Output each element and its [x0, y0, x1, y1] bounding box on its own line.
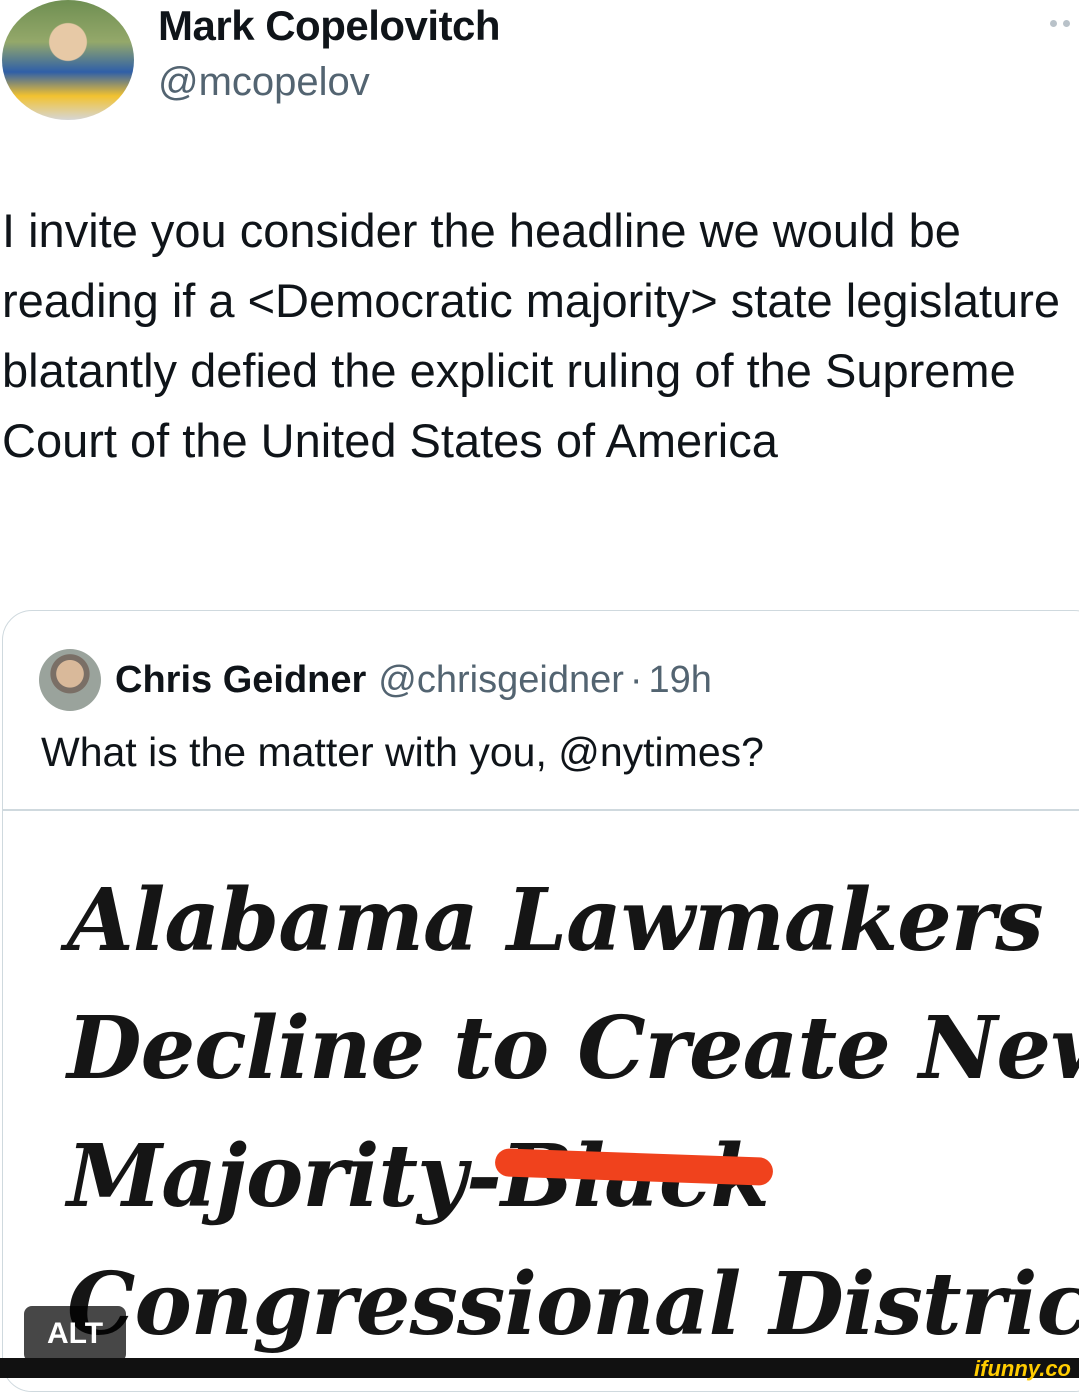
- author-name[interactable]: Mark Copelovitch: [158, 2, 501, 50]
- redacted-word: Black: [501, 1113, 770, 1241]
- quote-author-name[interactable]: Chris Geidner: [115, 659, 366, 702]
- quote-image[interactable]: Alabama Lawmakers Decline to Create New …: [3, 811, 1079, 1391]
- headline-line-3: Majority-Black: [67, 1113, 1047, 1241]
- headline-line-1: Alabama Lawmakers: [67, 870, 1044, 971]
- author-handle[interactable]: @mcopelov: [158, 60, 370, 105]
- headline-text: Alabama Lawmakers Decline to Create New …: [67, 857, 1079, 1369]
- quote-header: Chris Geidner @chrisgeidner · 19h: [39, 649, 712, 711]
- quote-text: What is the matter with you, @nytimes?: [41, 729, 764, 775]
- quote-timestamp[interactable]: 19h: [649, 659, 712, 702]
- separator-dot: ·: [629, 658, 643, 701]
- quote-author-avatar[interactable]: [39, 649, 101, 711]
- watermark-logo: ifunny.co: [974, 1356, 1071, 1381]
- headline-line-2: Decline to Create New: [67, 998, 1079, 1099]
- headline-line-3-start: Majority-: [67, 1126, 502, 1227]
- quote-author-handle[interactable]: @chrisgeidner: [378, 659, 624, 702]
- alt-text-badge[interactable]: ALT: [24, 1306, 126, 1362]
- headline-line-4: Congressional District: [67, 1254, 1079, 1355]
- tweet-text: I invite you consider the headline we wo…: [2, 204, 1060, 467]
- watermark-bar: ifunny.co: [0, 1356, 1079, 1381]
- quote-tweet-card[interactable]: Chris Geidner @chrisgeidner · 19h What i…: [2, 610, 1079, 1392]
- more-options-icon[interactable]: [1050, 18, 1076, 28]
- author-avatar[interactable]: [2, 0, 134, 120]
